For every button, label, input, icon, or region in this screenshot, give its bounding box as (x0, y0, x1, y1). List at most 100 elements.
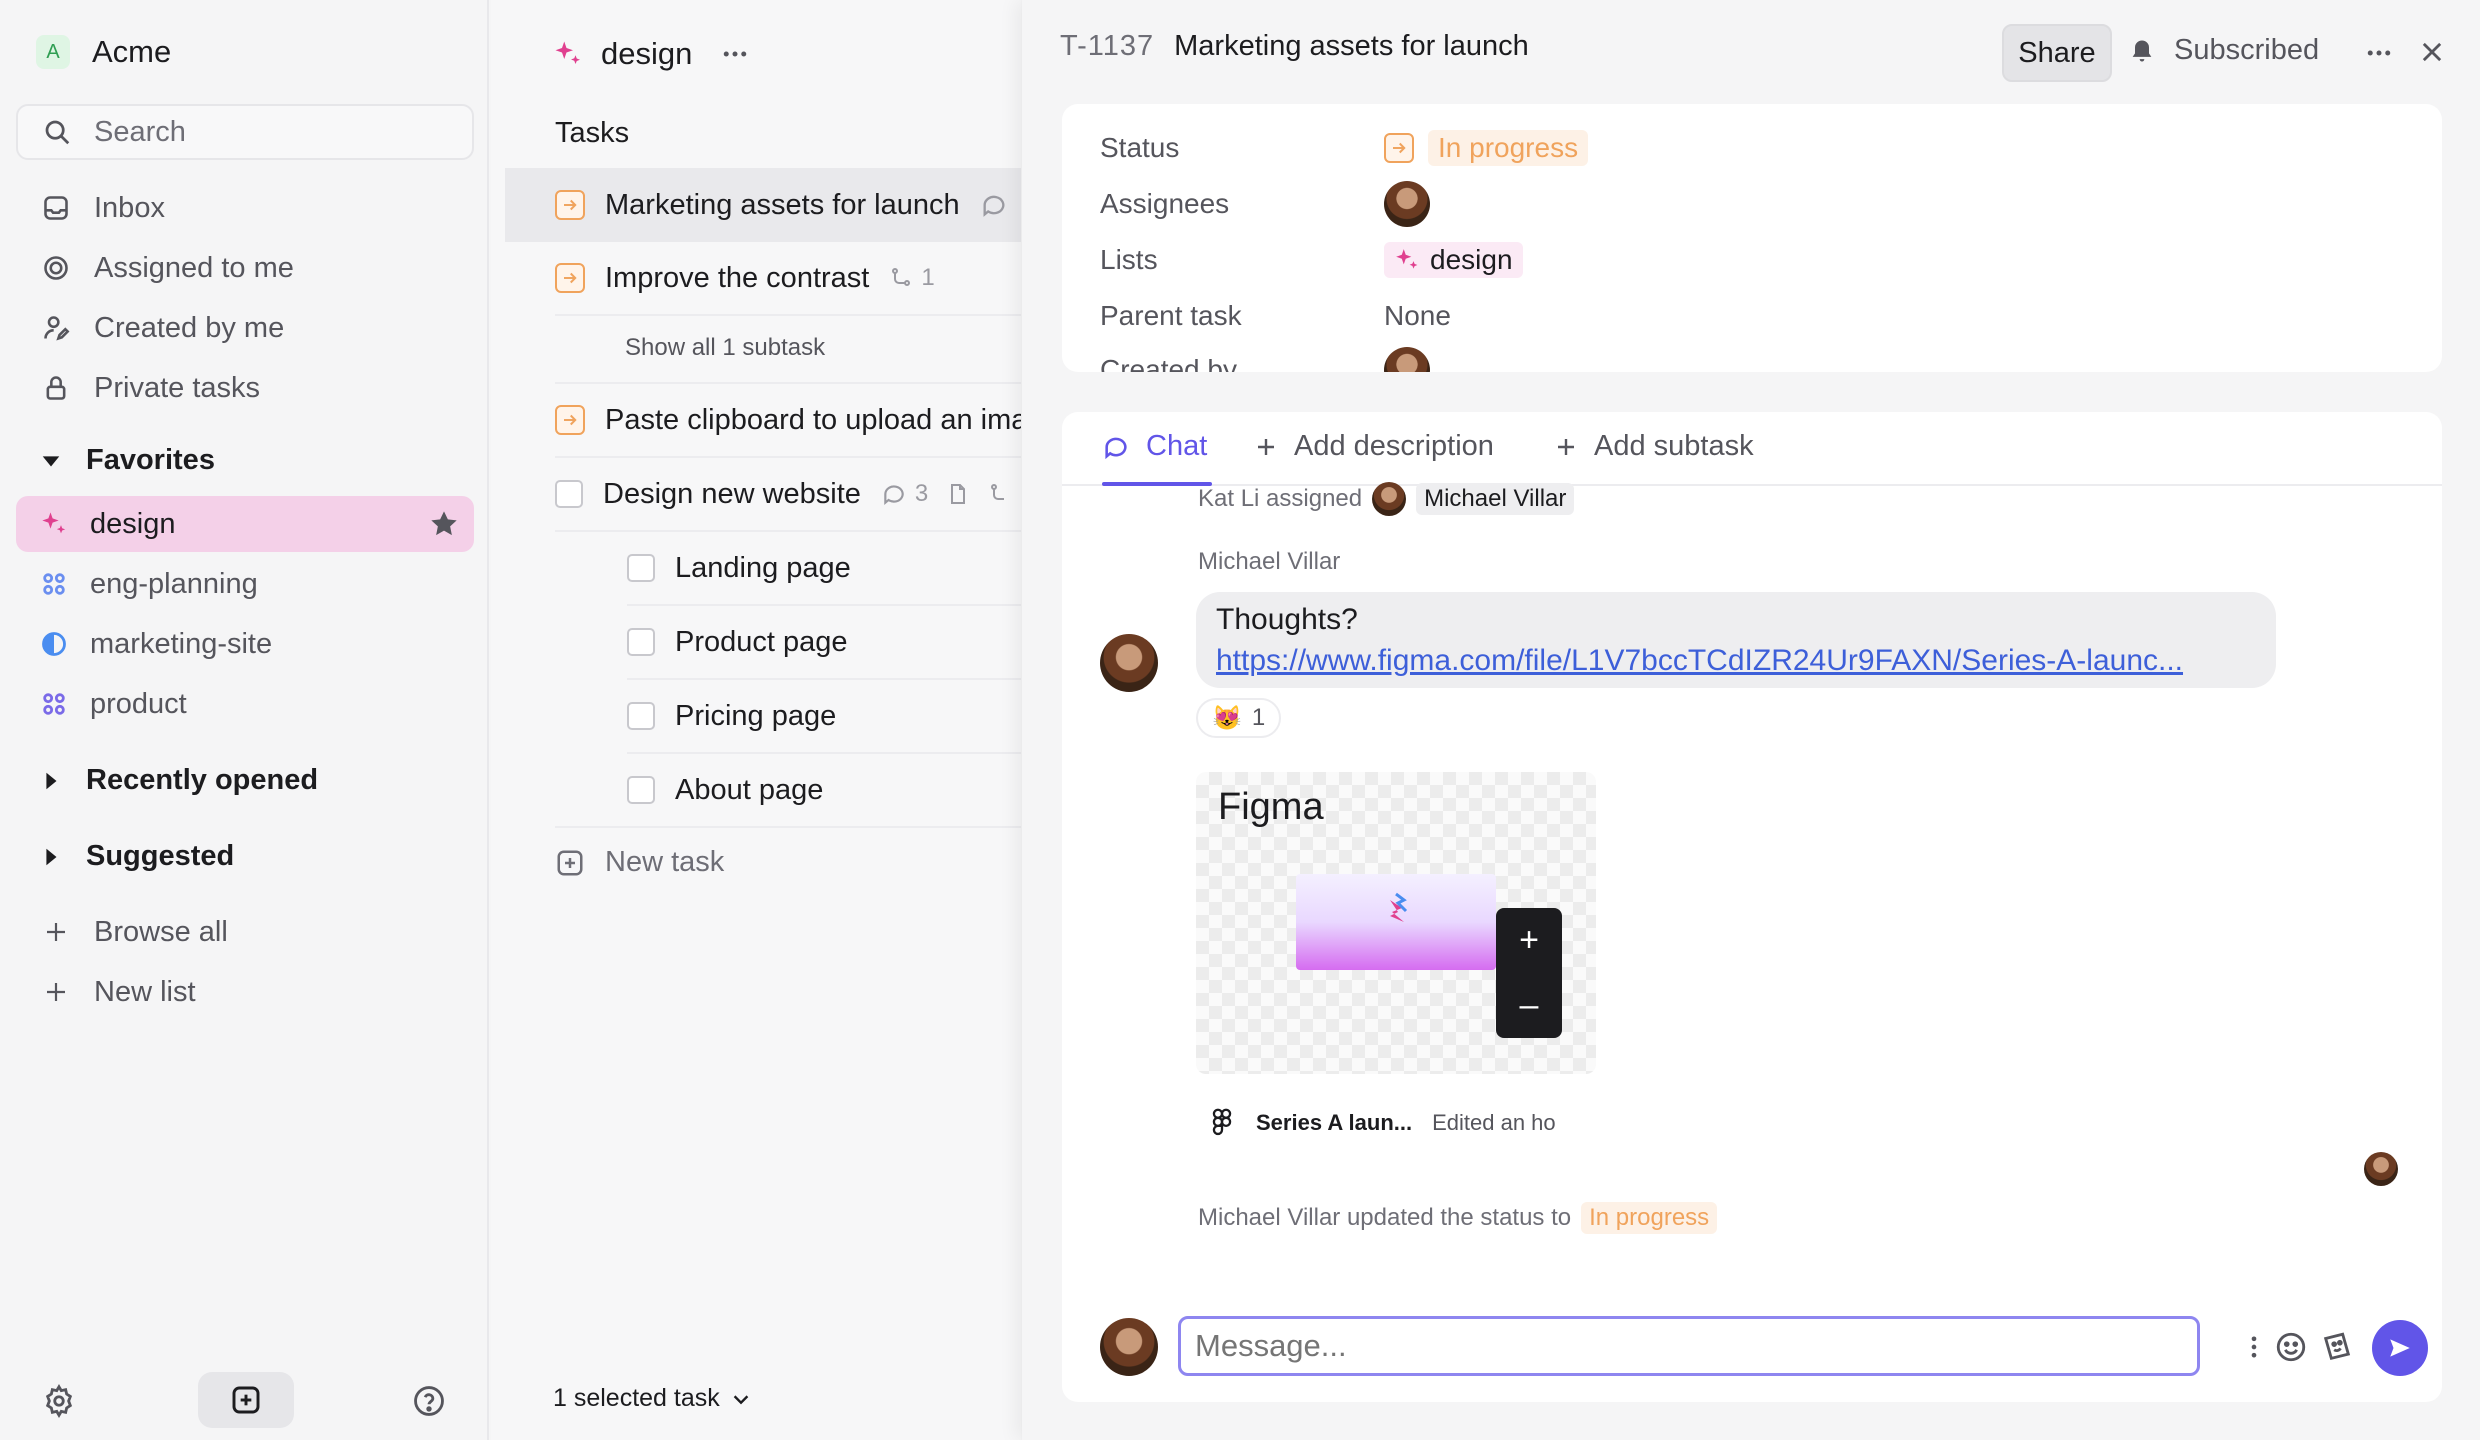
recently-opened-section[interactable]: Recently opened (40, 764, 318, 797)
task-row[interactable]: Paste clipboard to upload an ima (555, 384, 1021, 458)
recently-opened-label: Recently opened (86, 764, 319, 796)
show-subtasks-link[interactable]: Show all 1 subtask (625, 334, 825, 362)
half-circle-icon (40, 630, 68, 658)
task-checkbox[interactable] (555, 480, 583, 508)
caret-right-icon (40, 770, 62, 792)
more-vertical-icon[interactable] (2240, 1332, 2268, 1362)
plus-icon (40, 916, 72, 948)
task-title[interactable]: Marketing assets for launch (1174, 30, 1529, 63)
selection-dropdown[interactable]: 1 selected task (553, 1384, 752, 1413)
sidebar-item-label: Assigned to me (94, 251, 294, 284)
emoji-icon[interactable] (2274, 1330, 2308, 1364)
user-pen-icon (40, 312, 72, 344)
share-button[interactable]: Share (2002, 24, 2112, 82)
browse-all-button[interactable]: Browse all (40, 912, 228, 952)
help-icon[interactable] (412, 1384, 446, 1418)
mention-chip[interactable]: Michael Villar (1416, 483, 1575, 515)
plus-icon (1554, 435, 1578, 459)
tab-add-subtask[interactable]: Add subtask (1554, 430, 1754, 463)
preview-file-name: Series A laun... (1256, 1110, 1413, 1135)
settings-gear-icon[interactable] (42, 1384, 76, 1418)
sidebar-item-marketing-site[interactable]: marketing-site (40, 624, 272, 664)
task-checkbox[interactable] (627, 628, 655, 656)
task-title: Design new website (603, 477, 861, 510)
parent-value[interactable]: None (1384, 300, 1451, 332)
task-row[interactable]: Improve the contrast 1 (555, 242, 1021, 316)
message-input[interactable] (1178, 1316, 2200, 1376)
preview-edited: Edited an hour ago (1432, 1110, 1556, 1135)
list-chip[interactable]: design (1384, 242, 1523, 278)
task-title: Marketing assets for launch (605, 188, 960, 221)
in-progress-icon (1384, 133, 1414, 163)
sidebar-item-design[interactable]: design (40, 504, 175, 544)
sidebar-item-created[interactable]: Created by me (40, 308, 284, 348)
favorites-section[interactable]: Favorites (40, 444, 215, 477)
in-progress-icon (555, 263, 585, 293)
new-task-label: New task (605, 846, 725, 878)
property-label: Parent task (1100, 300, 1242, 331)
sidebar-item-eng-planning[interactable]: eng-planning (40, 564, 258, 604)
more-options-icon[interactable] (2364, 38, 2394, 68)
task-checkbox[interactable] (627, 554, 655, 582)
favorites-label: Favorites (86, 444, 215, 476)
subtask-icon (988, 482, 1012, 506)
document-icon (946, 482, 970, 506)
subtask-row[interactable]: About page (627, 754, 1021, 828)
suggested-section[interactable]: Suggested (40, 840, 234, 873)
list-header: design (553, 36, 750, 72)
sidebar-item-private[interactable]: Private tasks (40, 368, 260, 408)
tab-add-description[interactable]: Add description (1254, 430, 1494, 463)
message-link[interactable]: https://www.figma.com/file/L1V7bccTCdIZR… (1216, 640, 2256, 682)
selection-label: 1 selected task (553, 1384, 720, 1412)
task-checkbox[interactable] (627, 776, 655, 804)
task-title: Improve the contrast (605, 261, 870, 294)
sidebar-item-inbox[interactable]: Inbox (40, 188, 165, 228)
subtask-meta: 1 (889, 264, 935, 292)
create-task-button[interactable] (198, 1372, 294, 1428)
in-progress-icon (555, 405, 585, 435)
new-list-button[interactable]: New list (40, 972, 196, 1012)
plus-icon (1254, 435, 1278, 459)
new-task-button[interactable]: New task (555, 846, 724, 879)
comment-meta: 3 (881, 480, 1012, 508)
subtask-row[interactable]: Pricing page (627, 680, 1021, 754)
tasks-section-label: Tasks (555, 117, 630, 149)
subtask-row[interactable]: Landing page (627, 532, 1021, 606)
tab-label: Chat (1146, 430, 1208, 462)
subscribe-toggle[interactable]: Subscribed (2128, 34, 2319, 67)
star-icon[interactable] (428, 508, 460, 540)
workspace-switcher[interactable]: A Acme (36, 34, 171, 70)
status-chip: In progress (1581, 1202, 1718, 1234)
sticker-icon[interactable] (2320, 1330, 2354, 1364)
tab-chat[interactable]: Chat (1102, 430, 1207, 463)
sidebar-item-assigned[interactable]: Assigned to me (40, 248, 294, 288)
task-checkbox[interactable] (627, 702, 655, 730)
preview-brand: Figma (1218, 786, 1324, 828)
send-button[interactable] (2372, 1320, 2428, 1376)
task-title: Pricing page (675, 699, 837, 732)
status-value: In progress (1428, 130, 1589, 166)
event-text: Michael Villar updated the status to (1198, 1204, 1572, 1231)
reaction-chip[interactable]: 😻 1 (1196, 698, 1282, 738)
subtask-row[interactable]: Product page (627, 606, 1021, 680)
list-more-icon[interactable] (720, 39, 750, 69)
sidebar-item-label: product (90, 687, 187, 720)
task-row-selected[interactable]: Marketing assets for launch (505, 168, 1021, 242)
sidebar-item-product[interactable]: product (40, 684, 187, 724)
zoom-in-button[interactable]: + (1519, 921, 1539, 960)
zoom-out-button[interactable]: – (1520, 986, 1539, 1025)
task-detail-panel: T-1137 Marketing assets for launch Share… (1022, 0, 2480, 1440)
status-picker[interactable]: In progress (1384, 130, 1589, 166)
in-progress-icon (555, 190, 585, 220)
caret-right-icon (40, 846, 62, 868)
message-bubble: Thoughts? https://www.figma.com/file/L1V… (1196, 592, 2276, 688)
plus-square-icon (230, 1384, 262, 1416)
close-icon[interactable] (2418, 38, 2446, 66)
task-row[interactable]: Design new website 3 (555, 458, 1021, 532)
search-input[interactable]: Search (16, 104, 474, 160)
figma-preview[interactable]: Figma + – (1196, 772, 1596, 1074)
send-icon (2387, 1335, 2413, 1361)
tab-label: Add description (1294, 430, 1494, 462)
chat-icon (1102, 433, 1130, 461)
assignee-avatar[interactable] (1384, 181, 1430, 227)
